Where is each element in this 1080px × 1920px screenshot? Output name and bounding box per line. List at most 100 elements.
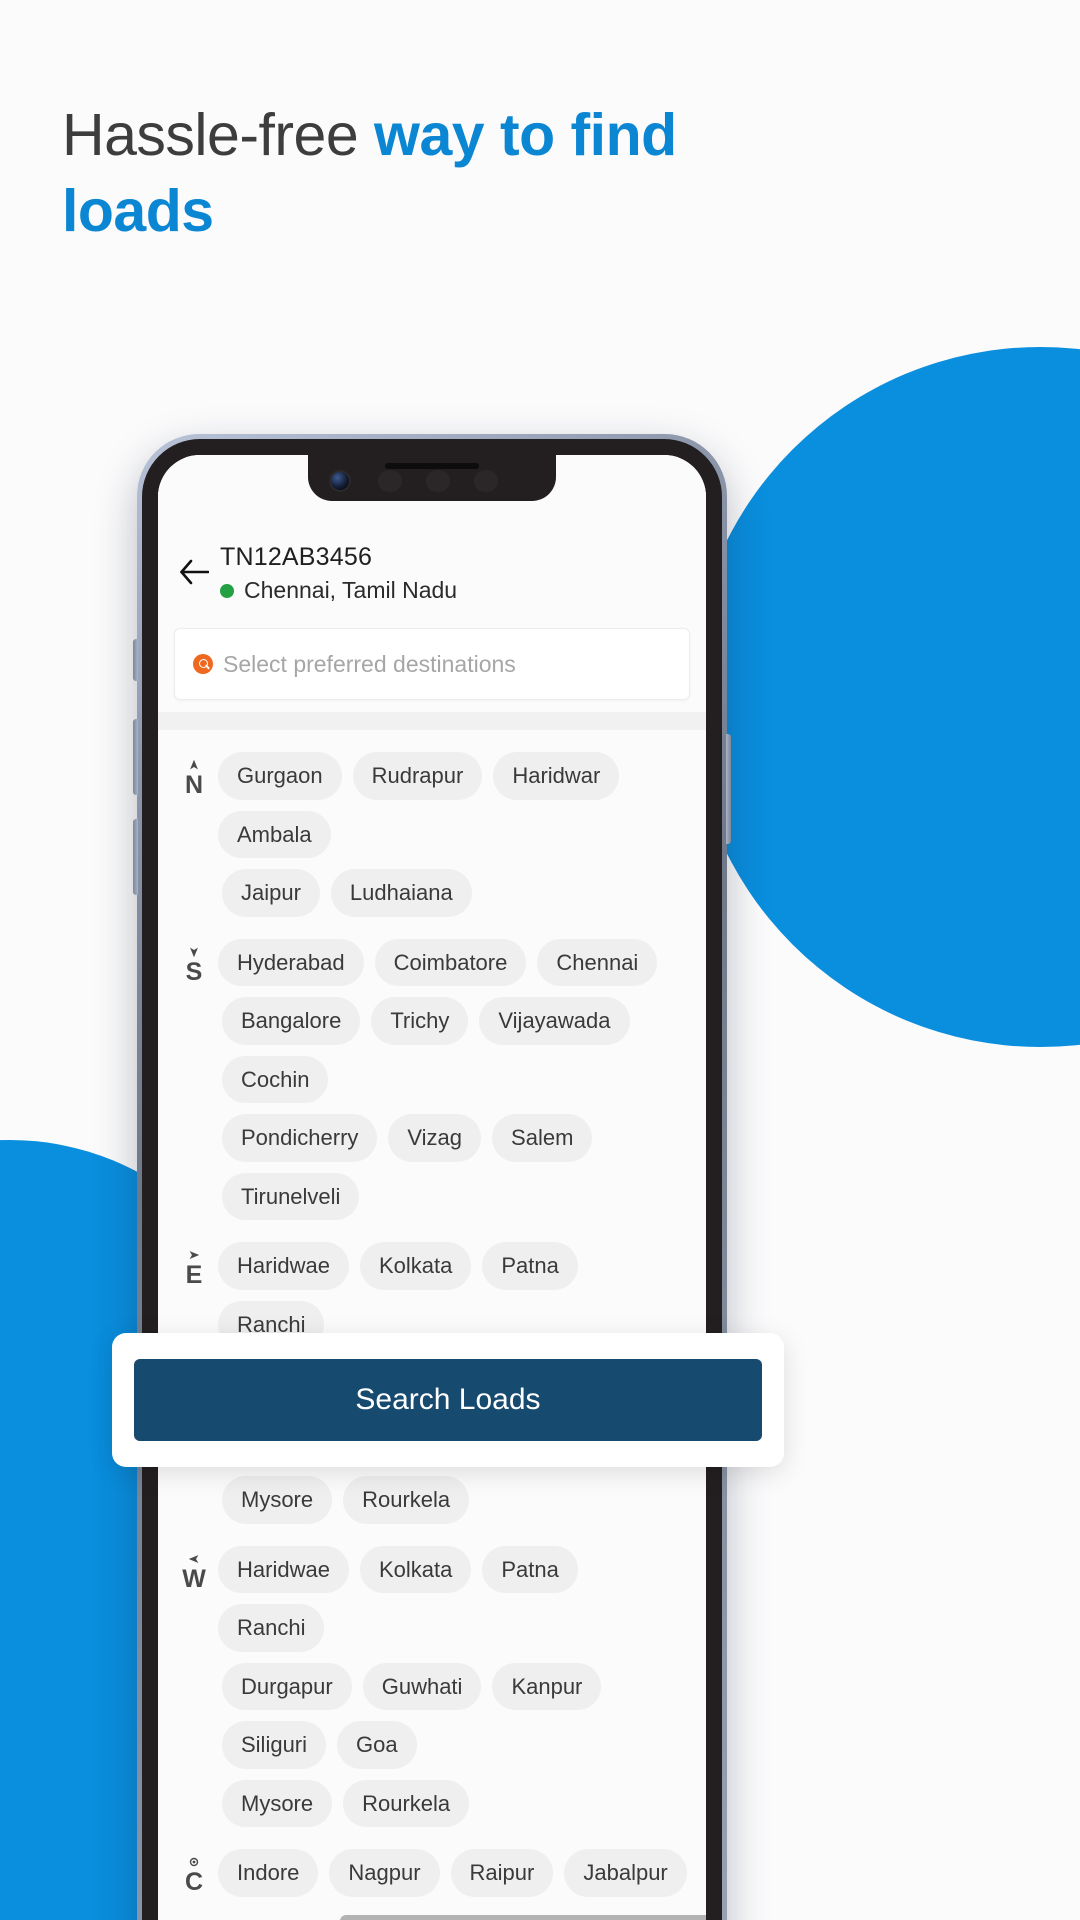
phone-mute-switch <box>133 639 138 681</box>
chip-item[interactable]: Patna <box>482 1545 578 1593</box>
chip-item[interactable]: Pondicherry <box>222 1114 378 1162</box>
chips-south: Hyderabad Coimbatore Chennai <box>218 938 690 986</box>
compass-north-arrow-icon <box>190 759 198 770</box>
compass-center-icon: C <box>174 1849 214 1895</box>
chips-south-overflow-1: Bangalore Trichy Vijayawada Cochin <box>178 997 690 1103</box>
section-letter-east: E <box>185 1261 203 1289</box>
decorative-blob-right <box>690 347 1080 1047</box>
phone-frame: TN12AB3456 Chennai, Tamil Nadu Select pr… <box>133 434 731 1920</box>
chip-item[interactable]: Coimbatore <box>374 938 527 986</box>
search-loads-button[interactable]: Search Loads <box>134 1359 762 1441</box>
vehicle-number: TN12AB3456 <box>220 543 373 571</box>
chip-item[interactable]: Vijayawada <box>479 997 630 1045</box>
section-north: N Gurgaon Rudrapur Haridwar Ambala <box>174 730 690 858</box>
search-placeholder: Select preferred destinations <box>223 650 516 677</box>
destination-search-input[interactable]: Select preferred destinations <box>174 628 690 700</box>
search-loads-card: Search Loads <box>112 1333 784 1467</box>
chips-west-overflow-2: Mysore Rourkela <box>178 1779 690 1827</box>
chip-item[interactable]: Hyderabad <box>218 938 364 986</box>
chip-item[interactable]: Patna <box>482 1242 578 1290</box>
current-location-label: Chennai, Tamil Nadu <box>244 577 458 603</box>
chip-item[interactable]: Vizag <box>388 1114 482 1162</box>
chip-item[interactable]: Haridwar <box>493 752 620 800</box>
chip-item[interactable]: Trichy <box>371 997 469 1045</box>
section-letter-west: W <box>182 1564 206 1593</box>
chip-item[interactable]: Kolkata <box>359 1545 472 1593</box>
chips-east-overflow-2: Mysore Rourkela <box>178 1476 690 1524</box>
chip-item[interactable]: Jaipur <box>222 869 320 917</box>
chip-item[interactable]: Rourkela <box>343 1476 470 1524</box>
chip-item[interactable]: Ranchi <box>218 1604 325 1652</box>
phone-volume-down-button <box>133 819 138 895</box>
compass-west-arrow-icon <box>188 1554 199 1563</box>
chip-item[interactable]: Rourkela <box>343 1779 470 1827</box>
chip-item[interactable]: Gurgaon <box>218 752 342 800</box>
section-west: W Haridwae Kolkata Patna Ranchi <box>174 1524 690 1652</box>
page-title: Hassle-free way to find loads <box>62 98 822 249</box>
chip-item[interactable]: Mysore <box>222 1779 333 1827</box>
search-section: Select preferred destinations <box>158 618 706 700</box>
search-location-icon <box>193 654 213 674</box>
chip-item[interactable]: Goa <box>337 1721 417 1769</box>
back-button[interactable] <box>174 552 214 592</box>
chip-item[interactable]: Tirunelveli <box>222 1172 360 1220</box>
chips-central: Indore Nagpur Raipur Jabalpur <box>218 1849 690 1897</box>
phone-screen: TN12AB3456 Chennai, Tamil Nadu Select pr… <box>158 455 706 1920</box>
section-letter-central: C <box>184 1868 204 1896</box>
back-arrow-icon <box>180 559 209 585</box>
chips-west: Haridwae Kolkata Patna Ranchi <box>218 1545 690 1652</box>
chip-item[interactable]: Nagpur <box>329 1849 440 1897</box>
phone-power-button <box>726 734 731 844</box>
header-text-group: TN12AB3456 Chennai, Tamil Nadu <box>220 542 457 604</box>
section-south: S Hyderabad Coimbatore Chennai <box>174 917 690 986</box>
compass-east-arrow-icon <box>189 1251 200 1259</box>
chip-item[interactable]: Kolkata <box>359 1242 472 1290</box>
compass-west-icon: W <box>174 1546 214 1592</box>
compass-north-icon: N <box>174 752 214 798</box>
destination-sections: N Gurgaon Rudrapur Haridwar Ambala Jaipu… <box>158 730 706 1897</box>
chip-item[interactable]: Guwhati <box>362 1662 482 1710</box>
section-letter-north: N <box>184 771 204 799</box>
phone-volume-up-button <box>133 719 138 795</box>
chip-item[interactable]: Salem <box>492 1114 593 1162</box>
proximity-sensor <box>378 470 402 492</box>
secondary-action-placeholder[interactable] <box>340 1915 706 1920</box>
chip-item[interactable]: Raipur <box>450 1849 554 1897</box>
chips-north: Gurgaon Rudrapur Haridwar Ambala <box>218 752 690 858</box>
face-id-sensor <box>474 470 498 492</box>
chip-item[interactable]: Jabalpur <box>564 1849 687 1897</box>
compass-south-arrow-icon <box>190 947 198 957</box>
front-camera-icon <box>329 470 351 492</box>
section-east: E Haridwae Kolkata Patna Ranchi <box>174 1220 690 1348</box>
chip-item[interactable]: Siliguri <box>222 1721 327 1769</box>
chip-item[interactable]: Ludhaiana <box>330 869 472 917</box>
chip-item[interactable]: Haridwae <box>218 1242 349 1290</box>
chips-north-overflow: Jaipur Ludhaiana <box>178 869 690 917</box>
status-dot-icon <box>220 583 234 598</box>
chip-item[interactable]: Rudrapur <box>352 752 483 800</box>
earpiece-speaker <box>385 463 479 469</box>
chip-item[interactable]: Cochin <box>222 1055 329 1103</box>
chip-item[interactable]: Bangalore <box>222 997 361 1045</box>
promo-screenshot: Hassle-free way to find loads TN12AB3456… <box>0 0 1080 1920</box>
current-location-row: Chennai, Tamil Nadu <box>220 577 457 604</box>
phone-mockup: TN12AB3456 Chennai, Tamil Nadu Select pr… <box>133 434 731 1920</box>
chip-item[interactable]: Durgapur <box>222 1662 352 1710</box>
compass-east-icon: E <box>174 1242 214 1288</box>
compass-center-dot-icon <box>189 1857 199 1867</box>
chip-item[interactable]: Indore <box>218 1849 319 1897</box>
chip-item[interactable]: Haridwae <box>218 1545 349 1593</box>
chips-south-overflow-2: Pondicherry Vizag Salem Tirunelveli <box>178 1114 690 1220</box>
chip-item[interactable]: Mysore <box>222 1476 333 1524</box>
compass-south-icon: S <box>174 939 214 985</box>
headline-plain: Hassle-free <box>62 102 375 168</box>
chips-west-overflow-1: Durgapur Guwhati Kanpur Siliguri Goa <box>178 1662 690 1769</box>
chip-item[interactable]: Ambala <box>218 810 331 858</box>
chip-item[interactable]: Kanpur <box>492 1662 602 1710</box>
section-letter-south: S <box>185 957 203 986</box>
section-central: C Indore Nagpur Raipur Jabalpur <box>174 1827 690 1897</box>
section-divider <box>158 712 706 730</box>
chip-item[interactable]: Chennai <box>537 938 658 986</box>
app-screen: TN12AB3456 Chennai, Tamil Nadu Select pr… <box>158 455 706 1920</box>
phone-notch <box>308 455 556 501</box>
